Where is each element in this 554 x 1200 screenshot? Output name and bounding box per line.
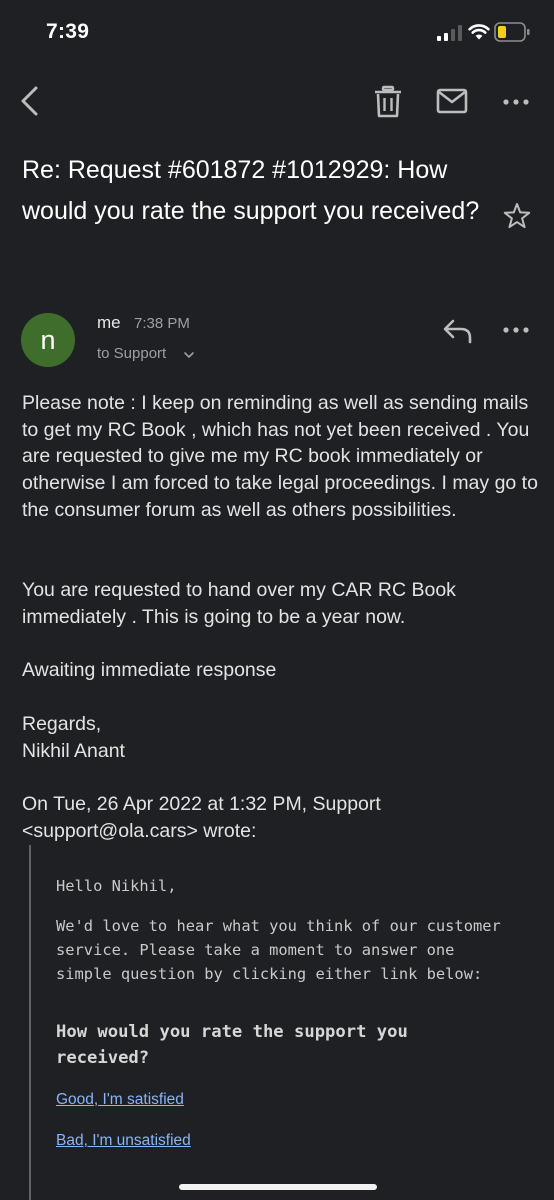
good-satisfied-link[interactable]: Good, I'm satisfied — [56, 1091, 184, 1109]
body-paragraph-3: Awaiting immediate response — [22, 659, 277, 681]
quoted-question: How would you rate the support you recei… — [56, 1022, 408, 1068]
signature-regards: Regards, — [22, 713, 102, 735]
more-options-icon[interactable] — [500, 318, 532, 342]
bad-unsatisfied-link[interactable]: Bad, I'm unsatisfied — [56, 1132, 191, 1150]
email-subject: Re: Request #601872 #1012929: How would … — [22, 156, 480, 225]
more-vert-icon[interactable] — [500, 90, 532, 114]
chevron-down-icon[interactable] — [183, 350, 195, 360]
cellular-signal-icon — [437, 25, 462, 41]
signature-name: Nikhil Anant — [22, 739, 125, 762]
sent-time: 7:38 PM — [134, 315, 190, 332]
wifi-icon — [468, 24, 490, 40]
home-indicator[interactable] — [179, 1184, 377, 1190]
signature: Regards, Nikhil Anant — [22, 711, 542, 764]
quoted-intro: We'd love to hear what you think of our … — [56, 917, 501, 983]
trash-icon[interactable] — [373, 85, 403, 119]
status-time: 7:39 — [46, 20, 90, 43]
quote-header-date: On Tue, 26 Apr 2022 at 1:32 PM, Support — [22, 793, 381, 815]
sender-name: me — [97, 313, 121, 332]
sender-avatar[interactable]: n — [21, 313, 75, 367]
back-arrow-icon[interactable] — [14, 84, 48, 118]
quote-bar — [29, 845, 31, 1200]
body-paragraph-2: You are requested to hand over my CAR RC… — [22, 579, 456, 628]
recipient-line[interactable]: to Support — [97, 345, 166, 362]
mail-icon[interactable] — [436, 88, 468, 114]
quoted-greeting: Hello Nikhil, — [56, 877, 177, 895]
body-paragraph-1: Please note : I keep on reminding as wel… — [22, 392, 538, 521]
reply-icon[interactable] — [441, 317, 475, 345]
star-icon[interactable] — [502, 201, 532, 231]
quote-header-sender: <support@ola.cars> wrote: — [22, 819, 257, 842]
battery-icon — [494, 22, 530, 42]
quote-header: On Tue, 26 Apr 2022 at 1:32 PM, Support … — [22, 791, 542, 844]
